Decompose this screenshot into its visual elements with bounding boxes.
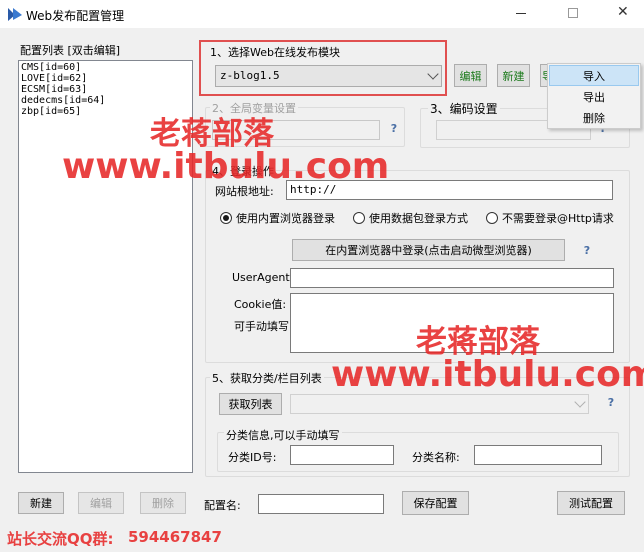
useragent-label: UserAgent xyxy=(232,271,290,284)
module-section-legend: 1、选择Web在线发布模块 xyxy=(210,46,340,59)
close-icon[interactable]: ✕ xyxy=(617,4,629,20)
qq-group-number: 594467847 xyxy=(128,528,222,546)
menu-item-import[interactable]: 导入 xyxy=(549,65,639,86)
config-name-input[interactable] xyxy=(258,494,384,514)
module-select-value: z-blog1.5 xyxy=(220,69,280,82)
manual-fill-label: 可手动填写 xyxy=(234,320,289,333)
url-watermark: www.itbulu.com xyxy=(331,354,644,395)
list-item[interactable]: ECSM[id=63] xyxy=(21,84,190,95)
useragent-input[interactable] xyxy=(290,268,614,288)
new-module-button[interactable]: 新建 xyxy=(497,64,530,87)
category-legend: 5、获取分类/栏目列表 xyxy=(210,370,324,386)
help-icon[interactable]: ? xyxy=(580,243,594,257)
app-icon xyxy=(7,6,23,22)
cookie-label: Cookie值: xyxy=(234,298,287,311)
config-list-header: 配置列表 [双击编辑] xyxy=(20,44,121,57)
module-select[interactable]: z-blog1.5 xyxy=(215,65,442,87)
radio-dot[interactable] xyxy=(220,212,232,224)
context-menu: 导入 导出 删除 xyxy=(547,63,641,129)
delete-config-button: 删除 xyxy=(140,492,186,514)
list-item[interactable]: CMS[id=60] xyxy=(21,62,190,73)
window-title: Web发布配置管理 xyxy=(26,9,125,23)
radio-dot[interactable] xyxy=(353,212,365,224)
radio-dot[interactable] xyxy=(486,212,498,224)
category-info-legend: 分类信息,可以手动填写 xyxy=(224,427,342,443)
menu-item-delete[interactable]: 删除 xyxy=(549,107,639,128)
qq-group-prefix: 站长交流QQ群: xyxy=(7,530,114,548)
category-id-label: 分类ID号: xyxy=(228,451,277,464)
fetch-list-button[interactable]: 获取列表 xyxy=(219,393,282,415)
radio-packet-login[interactable]: 使用数据包登录方式 xyxy=(353,210,468,226)
title-bar: Web发布配置管理 ✕ xyxy=(0,0,644,28)
edit-module-button[interactable]: 编辑 xyxy=(454,64,487,87)
edit-config-button: 编辑 xyxy=(78,492,124,514)
save-config-button[interactable]: 保存配置 xyxy=(402,491,469,515)
category-name-input[interactable] xyxy=(474,445,602,465)
browser-login-button[interactable]: 在内置浏览器中登录(点击启动微型浏览器) xyxy=(292,239,565,261)
new-config-button[interactable]: 新建 xyxy=(18,492,64,514)
encoding-legend: 3、编码设置 xyxy=(428,100,500,117)
menu-item-export[interactable]: 导出 xyxy=(549,86,639,107)
radio-none-label: 不需要登录@Http请求 xyxy=(502,212,614,225)
radio-builtin-browser[interactable]: 使用内置浏览器登录 xyxy=(220,210,335,226)
category-name-label: 分类名称: xyxy=(412,451,460,464)
test-config-button[interactable]: 测试配置 xyxy=(557,491,625,515)
config-name-label: 配置名: xyxy=(204,499,241,512)
help-icon[interactable]: ? xyxy=(387,121,401,135)
category-select[interactable] xyxy=(290,394,589,414)
list-item[interactable]: dedecms[id=64] xyxy=(21,95,190,106)
chevron-down-icon xyxy=(427,68,439,80)
radio-no-login[interactable]: 不需要登录@Http请求 xyxy=(486,210,614,226)
radio-builtin-label: 使用内置浏览器登录 xyxy=(236,212,335,225)
chevron-down-icon xyxy=(574,396,586,408)
help-icon[interactable]: ? xyxy=(604,395,618,409)
list-item[interactable]: LOVE[id=62] xyxy=(21,73,190,84)
maximize-icon[interactable] xyxy=(568,8,578,18)
category-id-input[interactable] xyxy=(290,445,394,465)
minimize-icon[interactable] xyxy=(516,13,526,14)
radio-packet-label: 使用数据包登录方式 xyxy=(369,212,468,225)
url-watermark: www.itbulu.com xyxy=(62,146,390,187)
